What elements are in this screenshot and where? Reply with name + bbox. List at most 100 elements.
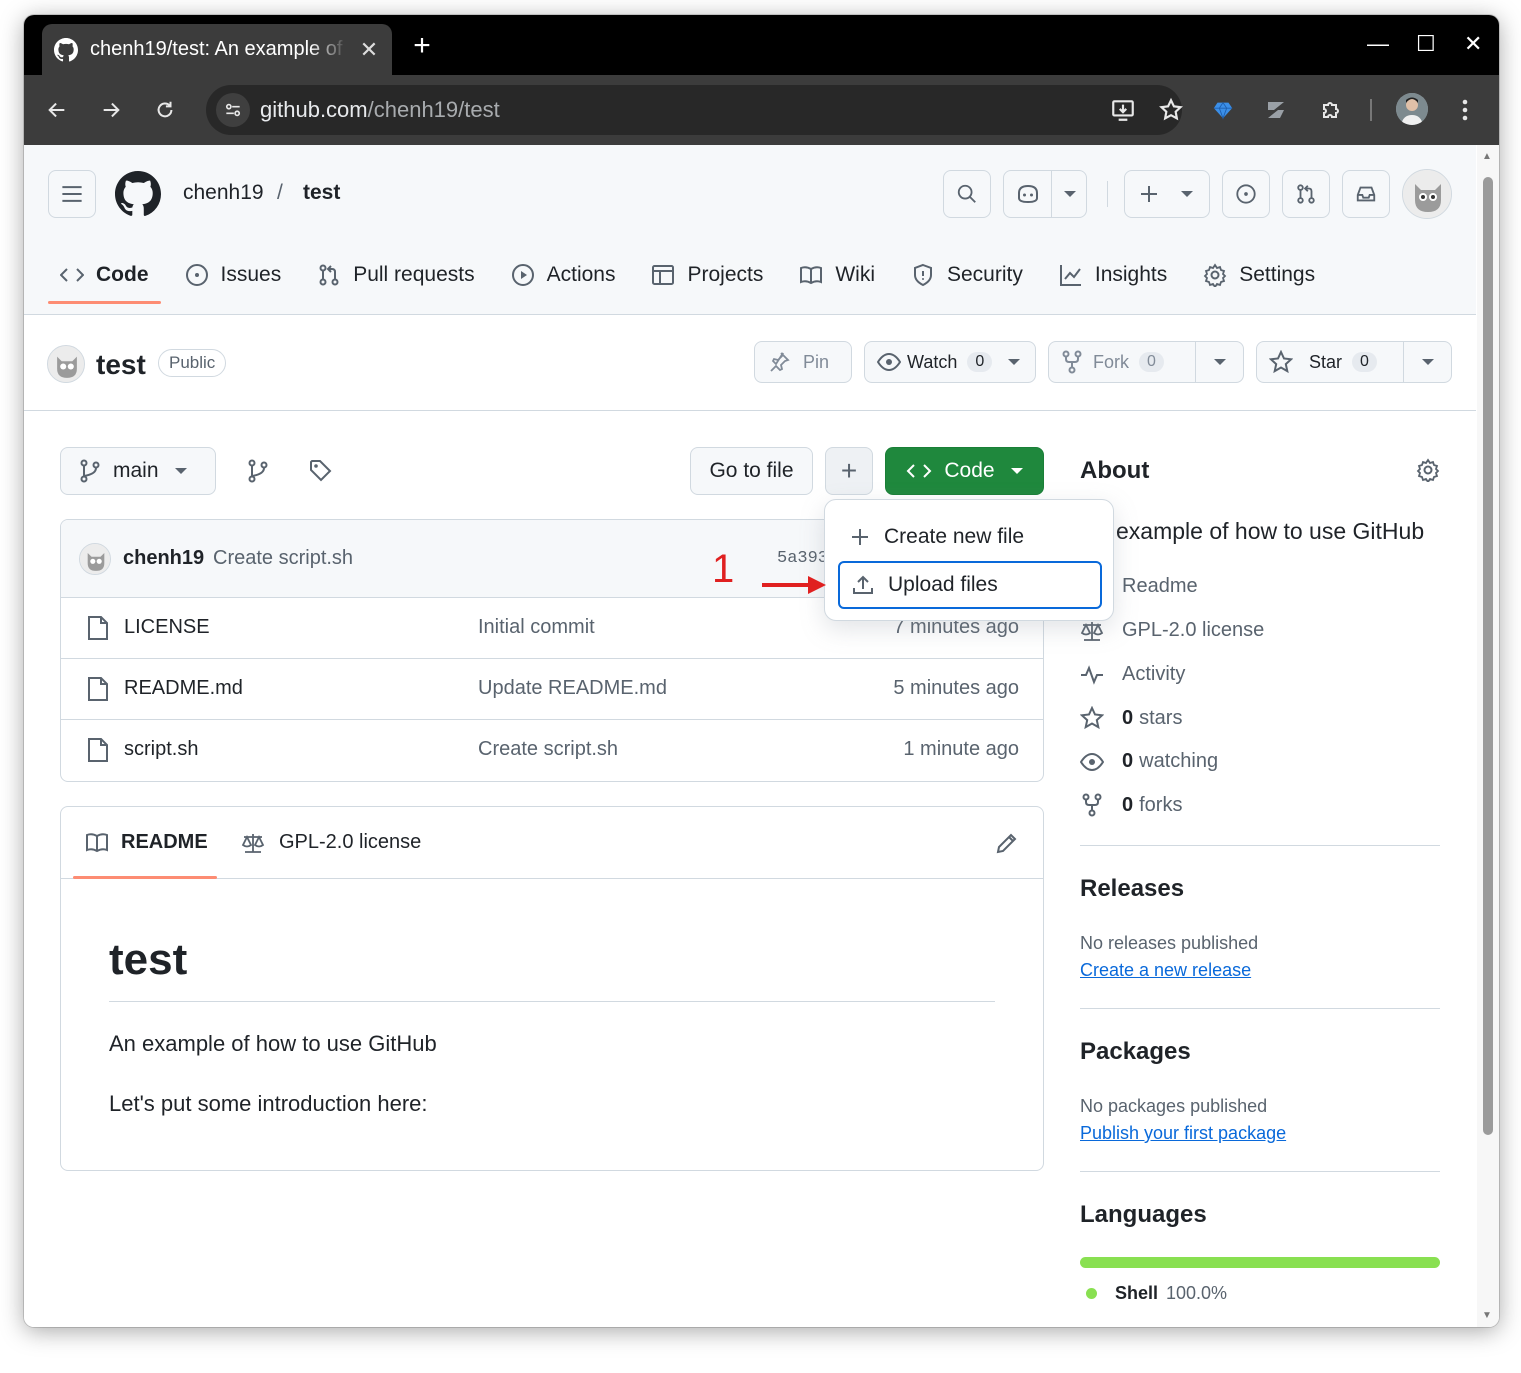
packages-title[interactable]: Packages [1080, 1038, 1191, 1066]
fork-count: 0 [1139, 352, 1164, 372]
language-item[interactable]: Shell 100.0% [1086, 1283, 1227, 1304]
diamond-extension-icon[interactable] [1208, 95, 1238, 125]
branches-icon[interactable] [247, 459, 269, 483]
git-branch-icon [80, 459, 100, 483]
search-button[interactable] [943, 170, 991, 218]
github-logo-icon[interactable] [115, 171, 161, 217]
file-row[interactable]: README.md Update README.md 5 minutes ago [61, 659, 1043, 720]
about-stars-link[interactable]: 0 stars [1080, 706, 1182, 730]
tab-issues[interactable]: Issues [185, 263, 281, 287]
maximize-icon[interactable]: ☐ [1416, 31, 1436, 57]
branch-select-button[interactable]: main [60, 447, 216, 495]
code-dropdown-button[interactable]: Code [885, 447, 1044, 495]
readme-tab[interactable]: README [85, 831, 208, 854]
copilot-button[interactable] [1003, 170, 1087, 218]
pencil-icon[interactable] [995, 831, 1019, 855]
about-license-link[interactable]: GPL-2.0 license [1080, 619, 1264, 642]
add-file-button[interactable]: + [825, 447, 873, 495]
tab-actions[interactable]: Actions [511, 263, 615, 287]
create-release-link[interactable]: Create a new release [1080, 960, 1251, 981]
about-watching-link[interactable]: 0 watching [1080, 750, 1218, 773]
about-forks-link[interactable]: 0 forks [1080, 793, 1182, 817]
file-row[interactable]: script.sh Create script.sh 1 minute ago [61, 720, 1043, 781]
site-info-icon[interactable] [216, 93, 250, 127]
chrome-menu-icon[interactable] [1450, 95, 1480, 125]
publish-package-link[interactable]: Publish your first package [1080, 1123, 1286, 1144]
browser-profile-avatar[interactable] [1396, 93, 1428, 125]
tag-icon[interactable] [309, 459, 333, 483]
scroll-down-icon[interactable]: ▼ [1482, 1310, 1492, 1321]
repo-owner-avatar[interactable] [47, 345, 85, 383]
page-scrollbar[interactable]: ▲ ▼ [1477, 145, 1499, 1327]
watch-button[interactable]: Watch 0 [864, 341, 1036, 383]
file-name[interactable]: README.md [124, 677, 243, 700]
create-new-file-item[interactable]: Create new file [838, 513, 1102, 561]
github-header: chenh19 / test Code Issues Pull requests… [24, 145, 1476, 315]
tab-settings[interactable]: Settings [1203, 263, 1315, 287]
repo-name[interactable]: test [96, 349, 146, 381]
address-bar[interactable]: github.com/chenh19/test [206, 85, 1184, 135]
graph-icon [1059, 265, 1081, 286]
browser-tab[interactable]: chenh19/test: An example of how to use G… [42, 24, 392, 75]
tab-security[interactable]: Security [911, 263, 1023, 287]
issues-global-button[interactable] [1222, 170, 1270, 218]
tab-close-icon[interactable]: ✕ [358, 37, 380, 63]
go-to-file-button[interactable]: Go to file [690, 447, 813, 495]
pull-requests-global-button[interactable] [1282, 170, 1330, 218]
tab-projects[interactable]: Projects [651, 263, 763, 287]
install-app-icon[interactable] [1110, 97, 1136, 123]
copilot-caret-icon [1064, 191, 1076, 197]
star-dropdown-button[interactable] [1403, 341, 1452, 383]
language-color-dot [1086, 1288, 1097, 1299]
create-new-button[interactable] [1124, 170, 1210, 218]
file-commit-message[interactable]: Create script.sh [478, 738, 618, 761]
scroll-thumb[interactable] [1483, 177, 1493, 1135]
inbox-button[interactable] [1342, 170, 1390, 218]
file-name[interactable]: LICENSE [124, 616, 210, 639]
url-path: /chenh19/test [367, 97, 500, 122]
fork-button[interactable]: Fork 0 [1048, 341, 1196, 383]
file-commit-message[interactable]: Initial commit [478, 616, 595, 639]
breadcrumb-repo[interactable]: test [303, 181, 340, 205]
hamburger-icon [62, 186, 82, 202]
issue-opened-icon [1236, 184, 1256, 204]
commit-hash[interactable]: 5a393 [777, 549, 828, 568]
commit-message[interactable]: Create script.sh [213, 547, 353, 570]
window-close-icon[interactable]: ✕ [1464, 31, 1482, 57]
commit-author-avatar[interactable] [79, 543, 111, 575]
star-button[interactable]: Star 0 [1256, 341, 1404, 383]
about-activity-link[interactable]: Activity [1080, 663, 1185, 686]
file-commit-message[interactable]: Update README.md [478, 677, 667, 700]
fork-dropdown-button[interactable] [1195, 341, 1244, 383]
tab-pull-requests-label: Pull requests [353, 263, 475, 286]
new-tab-icon[interactable]: + [408, 29, 436, 63]
file-name[interactable]: script.sh [124, 738, 198, 761]
forks-count: 0 [1122, 793, 1134, 816]
extensions-puzzle-icon[interactable] [1316, 95, 1346, 125]
tab-insights[interactable]: Insights [1059, 263, 1167, 287]
gear-icon[interactable] [1416, 458, 1440, 482]
hamburger-menu-button[interactable] [48, 170, 96, 218]
tab-wiki[interactable]: Wiki [799, 263, 875, 287]
pin-button[interactable]: Pin [754, 341, 852, 383]
forward-icon[interactable] [96, 95, 126, 125]
tab-pull-requests[interactable]: Pull requests [317, 263, 475, 287]
watch-count: 0 [967, 352, 993, 372]
tab-code[interactable]: Code [48, 263, 160, 304]
license-tab[interactable]: GPL-2.0 license [241, 831, 421, 854]
bookmark-star-icon[interactable] [1158, 97, 1184, 123]
back-icon[interactable] [42, 95, 72, 125]
releases-title[interactable]: Releases [1080, 875, 1184, 903]
upload-files-item[interactable]: Upload files [838, 561, 1102, 609]
stars-count: 0 [1122, 706, 1134, 729]
readme-tab-underline [73, 876, 217, 879]
breadcrumb-owner[interactable]: chenh19 [183, 181, 264, 205]
commit-author[interactable]: chenh19 [123, 547, 204, 570]
reload-icon[interactable] [150, 95, 180, 125]
file-icon [88, 738, 108, 762]
z-extension-icon[interactable] [1261, 95, 1291, 125]
scroll-up-icon[interactable]: ▲ [1482, 151, 1492, 162]
user-avatar[interactable] [1402, 169, 1452, 219]
license-tab-label: GPL-2.0 license [279, 831, 422, 853]
minimize-icon[interactable]: — [1367, 31, 1389, 57]
